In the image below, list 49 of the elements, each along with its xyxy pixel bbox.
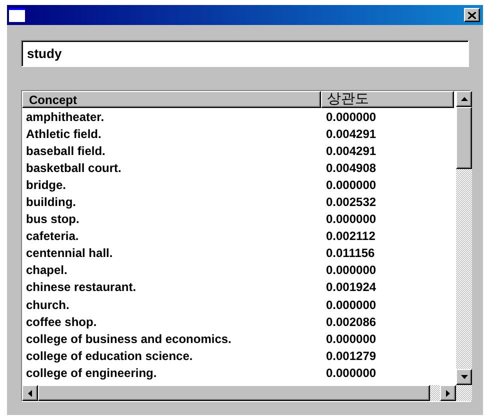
close-icon xyxy=(468,12,476,18)
scroll-up-button[interactable] xyxy=(456,91,472,107)
column-header[interactable]: 상관도 xyxy=(321,91,454,108)
score-cell-text: 0.000000 xyxy=(325,178,376,192)
score-cell-text: 0.001279 xyxy=(325,348,376,363)
concept-cell-text: coffee shop. xyxy=(25,314,98,329)
score-cell-text: 0.000000 xyxy=(325,212,376,226)
score-cell-text: 0.002112 xyxy=(325,229,376,244)
scroll-thumb[interactable] xyxy=(456,107,472,169)
concept-cell-text: Athletic field. xyxy=(25,126,102,141)
vertical-scrollbar[interactable] xyxy=(456,91,472,385)
concept-cell-text: baseball field. xyxy=(25,144,106,158)
left-arrow-icon xyxy=(28,390,32,396)
scroll-right-button[interactable] xyxy=(440,385,456,401)
scrollbar-corner xyxy=(456,385,472,401)
score-cell-text: 0.004908 xyxy=(325,160,376,175)
score-cell-text: 0.004291 xyxy=(325,144,376,158)
concept-cell-text: centennial hall. xyxy=(25,246,114,260)
concept-cell-text: chinese restaurant. xyxy=(25,280,138,294)
score-cell-text: 0.002532 xyxy=(325,195,376,210)
right-arrow-icon xyxy=(446,390,450,396)
concept-cell-text: basketball court. xyxy=(25,160,122,175)
search-field[interactable]: study xyxy=(21,40,469,67)
concept-cell-text: building. xyxy=(25,195,77,210)
close-button[interactable] xyxy=(464,8,480,22)
score-cell-text: 0.000000 xyxy=(325,263,376,278)
window-icon xyxy=(9,8,25,22)
score-cell-text: 0.000000 xyxy=(325,366,376,380)
concept-cell-text: college of engineering. xyxy=(25,366,158,380)
score-cell-text: 0.000000 xyxy=(325,298,376,312)
score-cell-text: 0.004291 xyxy=(325,126,376,141)
down-arrow-icon xyxy=(460,375,468,379)
score-cell-text: 0.011156 xyxy=(325,246,375,260)
concept-cell-text: college of business and economics. xyxy=(25,332,232,346)
concept-cell-text: chapel. xyxy=(25,263,68,278)
concept-cell-text: cafeteria. xyxy=(25,229,80,244)
score-cell-text: 0.000000 xyxy=(325,332,376,346)
concept-cell-text: college of education science. xyxy=(25,348,194,363)
scroll-left-button[interactable] xyxy=(22,385,38,401)
score-cell-text: 0.002086 xyxy=(325,314,376,329)
score-cell-text: 0.000000 xyxy=(325,110,376,124)
concept-cell-text: church. xyxy=(25,298,70,312)
score-cell-text: 0.001924 xyxy=(325,280,376,294)
concept-cell-text: amphitheater. xyxy=(25,110,106,124)
column-header[interactable]: Concept xyxy=(22,91,321,108)
concept-cell-text: bus stop. xyxy=(25,212,80,226)
up-arrow-icon xyxy=(460,97,468,101)
concept-cell-text: bridge. xyxy=(25,178,68,192)
scroll-down-button[interactable] xyxy=(456,369,472,385)
